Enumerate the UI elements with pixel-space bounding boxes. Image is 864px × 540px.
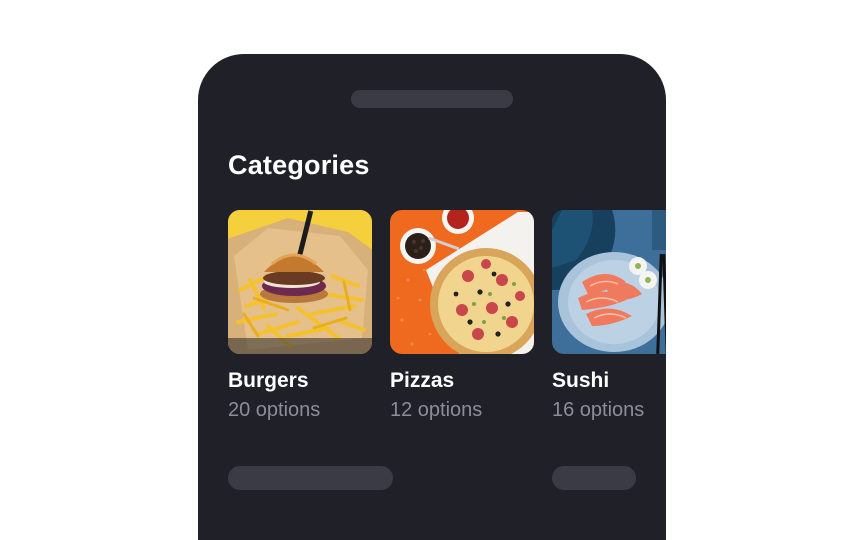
skeleton-placeholder-left xyxy=(228,466,393,490)
category-card-pizzas[interactable]: Pizzas 12 options xyxy=(390,210,534,422)
category-count: 20 options xyxy=(228,399,321,421)
category-name: Burgers xyxy=(228,369,309,392)
status-notch-placeholder xyxy=(351,90,513,108)
salmon-sashimi-photo xyxy=(552,210,666,354)
category-count: 12 options xyxy=(390,399,483,421)
burger-fries-photo xyxy=(228,210,372,354)
pizza-photo xyxy=(390,210,534,354)
category-name: Pizzas xyxy=(390,369,455,392)
category-name: Sushi xyxy=(552,369,610,392)
category-card-sushi[interactable]: Sushi 16 options xyxy=(552,210,666,422)
section-title: Categories xyxy=(228,150,370,180)
skeleton-placeholder-right xyxy=(552,466,636,490)
category-card-burgers[interactable]: Burgers 20 options xyxy=(228,210,372,422)
phone-screen: Categories Burgers 20 options Pizzas 12 … xyxy=(198,54,666,540)
category-count: 16 options xyxy=(552,399,645,421)
